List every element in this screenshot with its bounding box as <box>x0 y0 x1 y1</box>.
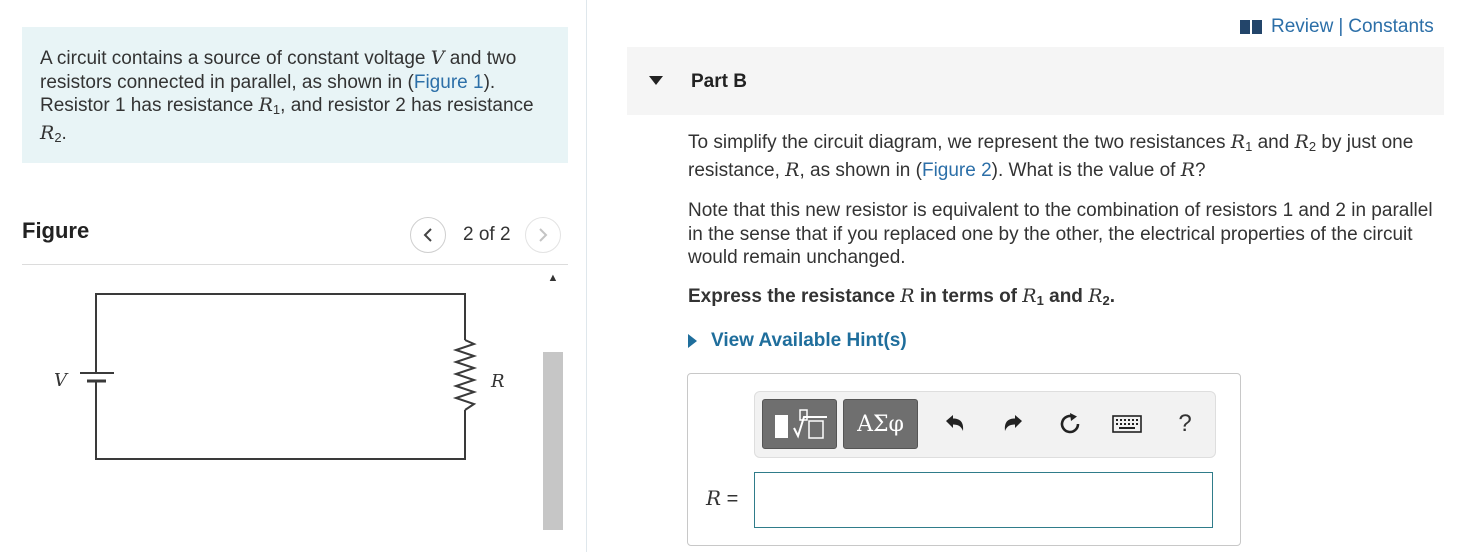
r1-variable: R <box>1230 131 1246 153</box>
r-variable: R <box>1180 158 1196 181</box>
figure-divider <box>22 264 568 265</box>
view-hints-button[interactable]: View Available Hint(s) <box>688 330 907 352</box>
reset-button[interactable] <box>1050 399 1090 449</box>
question-text: , as shown in ( <box>799 159 922 181</box>
equals-sign: = <box>721 488 739 510</box>
circuit-wire <box>95 385 466 460</box>
templates-icon <box>774 409 827 439</box>
voltage-variable: V <box>430 47 445 69</box>
r2-subscript: 2 <box>1102 293 1110 308</box>
review-link[interactable]: Review <box>1271 16 1333 38</box>
circuit-diagram: V R <box>54 293 505 460</box>
r2-variable: R <box>1088 285 1103 307</box>
constants-link[interactable]: Constants <box>1348 16 1434 38</box>
question-text: To simplify the circuit diagram, we repr… <box>688 132 1231 153</box>
review-constants-links: Review | Constants <box>1240 16 1434 38</box>
r1-variable: R <box>1022 285 1037 307</box>
figure-2-link[interactable]: Figure 2 <box>922 160 992 181</box>
redo-icon <box>1004 415 1022 431</box>
expand-caret-icon <box>688 334 697 348</box>
r-variable: R <box>785 158 800 181</box>
circuit-wire <box>95 293 466 340</box>
r1-subscript: 1 <box>1036 293 1044 308</box>
undo-button[interactable] <box>935 399 975 449</box>
answer-variable: R <box>706 486 722 510</box>
link-separator: | <box>1338 16 1344 37</box>
r2-variable: R <box>40 121 55 144</box>
instruction-text: and <box>1043 286 1089 307</box>
keyboard-button[interactable] <box>1107 399 1147 449</box>
part-title: Part B <box>691 71 747 92</box>
panel-divider <box>586 0 587 552</box>
question-text: and <box>1252 132 1295 153</box>
scrollbar-thumb[interactable] <box>543 352 563 530</box>
keyboard-icon <box>1112 415 1142 433</box>
reset-icon <box>1060 413 1080 434</box>
answer-input[interactable] <box>754 472 1213 528</box>
templates-button[interactable] <box>762 399 837 449</box>
help-button[interactable]: ? <box>1165 399 1205 449</box>
figure-navigation: 2 of 2 <box>410 217 561 253</box>
greek-letters-button[interactable]: ΑΣφ <box>843 399 918 449</box>
hints-label: View Available Hint(s) <box>711 330 907 351</box>
next-figure-button[interactable] <box>524 217 561 253</box>
instruction-text: in terms of <box>914 286 1023 307</box>
note-paragraph: Note that this new resistor is equivalen… <box>688 200 1433 268</box>
r2-subscript: 2 <box>54 129 62 145</box>
part-header[interactable]: Part B <box>627 47 1444 115</box>
scroll-up-arrow[interactable]: ▲ <box>543 270 563 286</box>
chevron-right-icon <box>538 228 547 242</box>
r1-variable: R <box>258 94 273 116</box>
resistor-label: R <box>490 371 505 392</box>
figure-1-link[interactable]: Figure 1 <box>414 72 484 93</box>
instruction-text: . <box>1109 286 1116 307</box>
r2-variable: R <box>1294 131 1309 153</box>
problem-intro: A circuit contains a source of constant … <box>22 27 568 163</box>
figure-counter: 2 of 2 <box>463 224 511 245</box>
intro-text: . <box>61 122 67 144</box>
instruction-paragraph: Express the resistance R in terms of R1 … <box>688 285 1448 313</box>
intro-text: , and resistor 2 has resistance <box>280 95 534 116</box>
instruction-text: Express the resistance <box>688 286 901 307</box>
question-text: ? <box>1195 159 1206 181</box>
prev-figure-button[interactable] <box>410 217 446 253</box>
figure-title: Figure <box>22 218 90 243</box>
book-icon <box>1240 20 1262 34</box>
question-paragraph: To simplify the circuit diagram, we repr… <box>688 131 1448 182</box>
question-text: ). What is the value of <box>991 159 1181 181</box>
collapse-caret-icon[interactable] <box>649 76 663 85</box>
chevron-left-icon <box>423 228 432 242</box>
resistor-symbol <box>452 339 478 411</box>
math-toolbar: ΑΣφ ? <box>754 391 1216 458</box>
r-variable: R <box>900 285 915 307</box>
redo-button[interactable] <box>993 399 1033 449</box>
intro-text: A circuit contains a source of constant … <box>40 48 431 69</box>
voltage-label: V <box>54 370 69 391</box>
answer-area: ΑΣφ ? R = <box>687 373 1241 546</box>
undo-icon <box>946 415 964 431</box>
answer-label: R = <box>706 486 738 511</box>
